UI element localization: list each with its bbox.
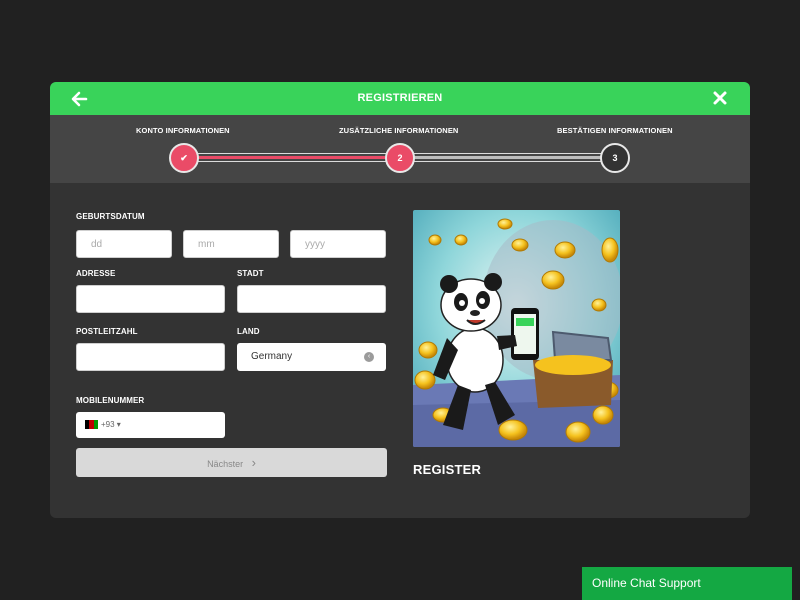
city-input[interactable] <box>237 285 386 313</box>
postcode-input[interactable] <box>76 343 225 371</box>
promo-register-title: REGISTER <box>413 462 482 477</box>
birth-day-input[interactable] <box>76 230 172 258</box>
online-chat-support-button[interactable]: Online Chat Support <box>582 567 792 600</box>
panda-promo-image <box>413 210 620 447</box>
afghanistan-flag-icon[interactable] <box>85 420 98 429</box>
phone-country-code: +93 ▾ <box>101 420 121 429</box>
step-label-1: KONTO INFORMATIONEN <box>136 126 230 135</box>
chevron-left-icon: ‹ <box>364 352 374 362</box>
modal-header: REGISTRIEREN <box>50 82 750 115</box>
birth-month-input[interactable] <box>183 230 279 258</box>
registration-modal: REGISTRIEREN KONTO INFORMATIONEN ZUSÄTZL… <box>50 82 750 518</box>
country-value: Germany <box>251 351 293 362</box>
address-label: ADRESSE <box>76 269 116 278</box>
next-button[interactable]: Nächster › <box>76 448 387 477</box>
country-label: LAND <box>237 327 260 336</box>
close-icon[interactable] <box>712 90 728 106</box>
address-input[interactable] <box>76 285 225 313</box>
country-select[interactable]: Germany ‹ <box>237 343 386 371</box>
step-label-2: ZUSÄTZLICHE INFORMATIONEN <box>339 126 459 135</box>
step-1-check-icon: ✔ <box>169 143 199 173</box>
progress-track-complete <box>198 156 386 159</box>
step-2-indicator: 2 <box>385 143 415 173</box>
city-label: STADT <box>237 269 264 278</box>
postcode-label: POSTLEITZAHL <box>76 327 138 336</box>
progress-stepper: KONTO INFORMATIONEN ZUSÄTZLICHE INFORMAT… <box>50 115 750 183</box>
next-button-label: Nächster <box>207 459 244 469</box>
mobile-number-field[interactable]: +93 ▾ <box>76 412 225 438</box>
birth-year-input[interactable] <box>290 230 386 258</box>
step-label-3: BESTÄTIGEN INFORMATIONEN <box>557 126 673 135</box>
progress-track-pending <box>414 156 602 159</box>
birthdate-label: GEBURTSDATUM <box>76 212 145 221</box>
chevron-right-icon: › <box>251 455 256 470</box>
mobile-label: MOBILENUMMER <box>76 396 145 405</box>
modal-title: REGISTRIEREN <box>357 92 443 104</box>
step-3-indicator: 3 <box>600 143 630 173</box>
